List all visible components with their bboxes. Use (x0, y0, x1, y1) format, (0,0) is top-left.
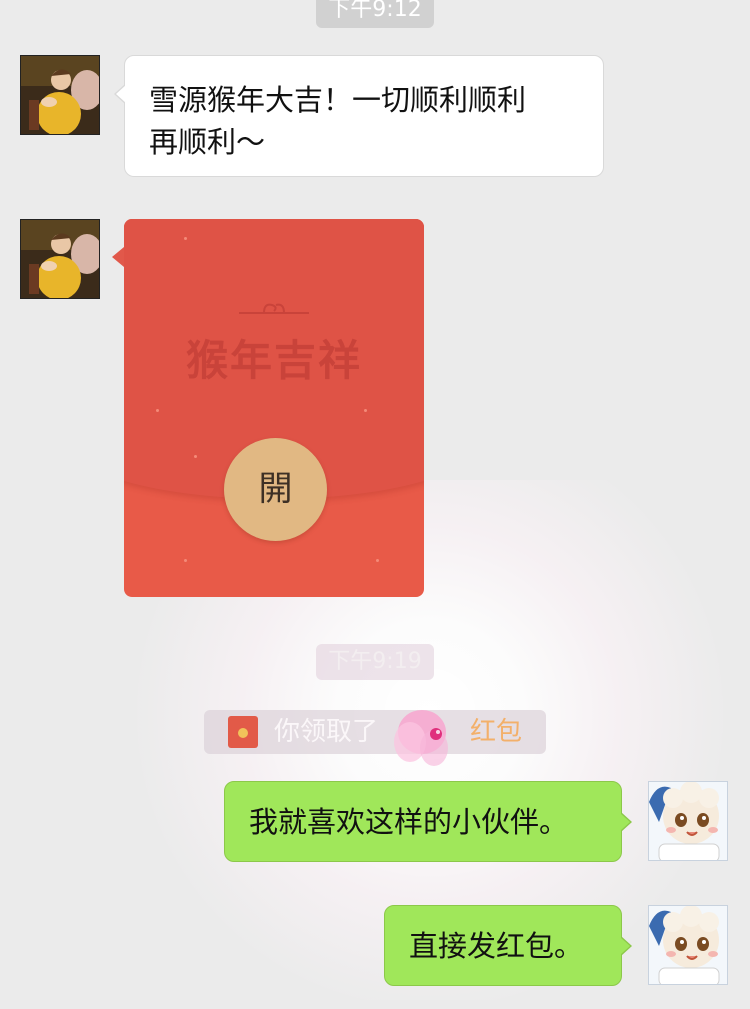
my-avatar[interactable] (648, 781, 728, 861)
sparkle (184, 559, 187, 562)
message-text: 我就喜欢这样的小伙伴。 (249, 804, 569, 839)
timestamp: 下午9:19 (316, 644, 434, 680)
incoming-message-bubble[interactable]: 雪源猴年大吉！一切顺利顺利 再顺利～ (114, 55, 604, 177)
red-packet-icon (228, 716, 258, 748)
red-packet-title: 猴年吉祥 (185, 336, 362, 385)
swirl-ornament-icon (239, 303, 309, 314)
sparkle (194, 455, 197, 458)
sender-avatar[interactable] (20, 219, 100, 299)
open-red-packet-button[interactable]: 開 (224, 438, 327, 541)
notice-text: 你领取了 (274, 717, 379, 747)
sender-avatar[interactable] (20, 55, 100, 135)
message-line: 雪源猴年大吉！一切顺利顺利 (149, 83, 527, 117)
flower-sticker-icon (394, 710, 448, 766)
red-packet-pointer (112, 247, 124, 267)
outgoing-message-bubble[interactable]: 直接发红包。 (384, 905, 632, 986)
chat-screen: 下午9:12 雪源猴年大吉！一切顺利顺利 再顺利～ 猴年吉祥 開 下午9:19 … (0, 0, 750, 1009)
red-packet-link[interactable]: 红包 (470, 710, 522, 754)
message-line: 再顺利～ (149, 125, 266, 159)
outgoing-message-bubble[interactable]: 我就喜欢这样的小伙伴。 (224, 781, 632, 862)
my-avatar[interactable] (648, 905, 728, 985)
red-packet-claimed-notice: 你领取了 红包 (204, 710, 546, 754)
sparkle (376, 559, 379, 562)
sparkle (364, 409, 367, 412)
sparkle (156, 409, 159, 412)
red-packet-card[interactable]: 猴年吉祥 開 (124, 219, 424, 597)
message-text: 直接发红包。 (409, 928, 584, 963)
sparkle (184, 237, 187, 240)
timestamp: 下午9:12 (316, 0, 434, 28)
